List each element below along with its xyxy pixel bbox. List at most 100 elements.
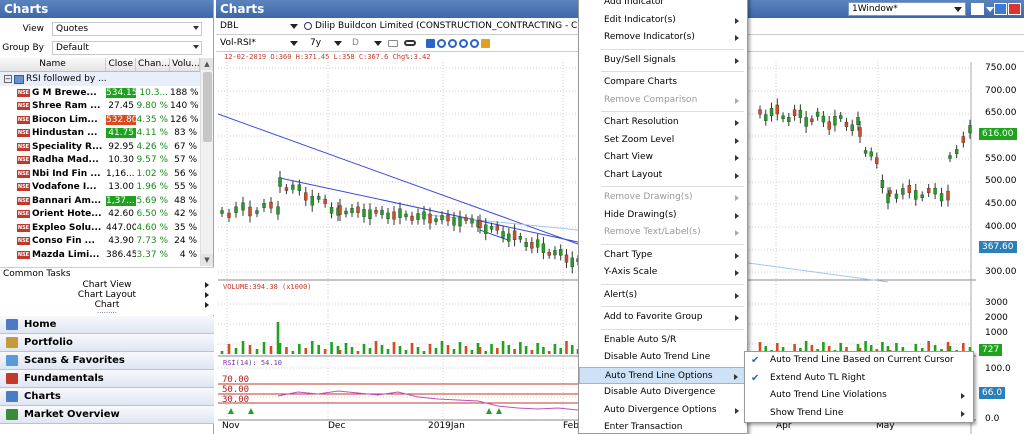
table-row[interactable]: NSE Speciality R... 92.95 4.26 % 67 % — [0, 140, 200, 154]
link-icon[interactable] — [404, 40, 416, 46]
table-row[interactable]: NSE Radha Mad... 10.30 9.57 % 57 % — [0, 154, 200, 168]
menu-item-compare-charts[interactable]: Compare Charts — [579, 74, 747, 92]
nav-item-home[interactable]: Home — [0, 316, 214, 334]
submenu-arrow-icon — [735, 35, 739, 41]
table-row[interactable]: NSE Vodafone I... 13.00 1.96 % 55 % — [0, 181, 200, 195]
menu-item-hide-drawing-s[interactable]: Hide Drawing(s) — [579, 207, 747, 225]
scroll-thumb[interactable] — [203, 72, 212, 142]
nav-list: Home Portfolio Scans & Favorites Fundamenta… — [0, 316, 214, 424]
col-name[interactable]: Name — [0, 58, 106, 71]
nav-item-scans-favorites[interactable]: Scans & Favorites — [0, 352, 214, 370]
task-chart-layout[interactable]: Chart Layout — [0, 290, 214, 300]
menu-item-edit-indicator-s[interactable]: Edit Indicator(s) — [579, 12, 747, 30]
folder-icon — [14, 74, 24, 84]
table-row[interactable]: NSE Bannari Am... 1,37... 5.69 % 48 % — [0, 194, 200, 208]
col-close[interactable]: Close — [106, 58, 136, 71]
scroll-up-icon[interactable]: ▲ — [201, 58, 213, 70]
grip-icon[interactable]: ......... — [0, 308, 214, 315]
menu-item-chart-view[interactable]: Chart View — [579, 149, 747, 167]
left-panel: Charts View Quotes Group By Default Name… — [0, 0, 214, 434]
menu-item-chart-type[interactable]: Chart Type — [579, 247, 747, 265]
menu-item-remove-indicator-s[interactable]: Remove Indicator(s) — [579, 29, 747, 47]
task-chart[interactable]: Chart — [0, 300, 214, 310]
menu-item-chart-resolution[interactable]: Chart Resolution — [579, 114, 747, 132]
volume-readout: VOLUME:394.38 (x1000) — [223, 283, 312, 291]
table-row[interactable]: NSE Orient Hote... 42.60 6.50 % 42 % — [0, 208, 200, 222]
submenu-arrow-icon — [735, 315, 739, 321]
nav-item-market-overview[interactable]: Market Overview — [0, 406, 214, 424]
menu-item-set-zoom-level[interactable]: Set Zoom Level — [579, 132, 747, 150]
nav-item-fundamentals[interactable]: Fundamentals — [0, 370, 214, 388]
zoom-reset-icon[interactable] — [459, 38, 468, 48]
chevron-down-icon[interactable] — [986, 7, 994, 12]
group-by-select[interactable]: Default — [52, 41, 202, 55]
table-row[interactable]: NSE G M Brewe... 534.15 10.3... 188 % — [0, 86, 200, 100]
submenu-item-show-trend-line[interactable]: Show Trend Line — [745, 405, 973, 423]
nse-badge-icon: NSE — [17, 196, 30, 205]
group-row[interactable]: − RSI followed by ... — [0, 72, 200, 86]
menu-item-alert-s[interactable]: Alert(s) — [579, 287, 747, 305]
nav-item-charts[interactable]: Charts — [0, 388, 214, 406]
indicator-template-select[interactable]: Vol-RSI* — [216, 37, 298, 50]
view-select[interactable]: Quotes — [52, 22, 202, 36]
nav-item-portfolio[interactable]: Portfolio — [0, 334, 214, 352]
menu-item-y-axis-scale[interactable]: Y-Axis Scale — [579, 264, 747, 282]
table-row[interactable]: NSE Mazda Limi... 386.45 3.37 % 4 % — [0, 248, 200, 262]
window-icon[interactable] — [971, 3, 984, 15]
task-chart-view[interactable]: Chart View — [0, 280, 214, 290]
interval-select[interactable]: D — [348, 37, 382, 50]
collapse-icon[interactable]: − — [4, 75, 12, 83]
submenu-arrow-icon — [735, 407, 739, 414]
submenu-arrow-icon — [734, 373, 738, 380]
menu-item-disable-auto-trend-line[interactable]: Disable Auto Trend Line — [579, 349, 747, 367]
menu-item-enter-transaction[interactable]: Enter Transaction — [579, 419, 747, 434]
row-name-text: Orient Hote... — [32, 209, 102, 220]
menu-item-auto-trend-line-options[interactable]: Auto Trend Line Options — [579, 366, 747, 384]
menu-item-add-indicator[interactable]: Add Indicator — [579, 0, 747, 12]
symbol-select[interactable]: DBL — [216, 20, 298, 33]
menu-item-disable-auto-divergence[interactable]: Disable Auto Divergence — [579, 384, 747, 402]
submenu-item-auto-trend-line-based-on-current-cursor[interactable]: ✔ Auto Trend Line Based on Current Cursor — [745, 352, 973, 370]
period-select[interactable]: 7y — [306, 37, 342, 50]
menu-item-label: Edit Indicator(s) — [604, 14, 676, 25]
volume-bar — [452, 349, 456, 354]
volume-bar — [464, 346, 468, 354]
candle — [241, 202, 245, 211]
table-row[interactable]: NSE Expleo Solu... 447.00 4.60 % 35 % — [0, 221, 200, 235]
menu-item-add-to-favorite-group[interactable]: Add to Favorite Group — [579, 309, 747, 327]
settings-icon[interactable] — [481, 38, 490, 48]
candle — [946, 190, 950, 201]
scroll-down-icon[interactable]: ▼ — [201, 254, 213, 266]
volume-bar — [368, 348, 372, 354]
table-row[interactable]: NSE Conso Fin ... 43.90 7.73 % 24 % — [0, 235, 200, 249]
lock-icon[interactable] — [388, 39, 398, 47]
table-row[interactable]: NSE Biocon Lim... 532.80 4.35 % 126 % — [0, 113, 200, 127]
col-change[interactable]: Chan... — [136, 58, 170, 71]
nse-badge-icon: NSE — [17, 183, 30, 192]
table-row[interactable]: NSE Shree Ram ... 27.45 9.80 % 140 % — [0, 100, 200, 114]
col-volume[interactable]: Volu... — [170, 58, 200, 71]
zoom-fit-icon[interactable] — [470, 38, 479, 48]
close-icon[interactable] — [1008, 3, 1021, 15]
table-row[interactable]: NSE Hindustan ... 41.75 4.11 % 83 % — [0, 127, 200, 141]
menu-item-chart-layout[interactable]: Chart Layout — [579, 167, 747, 185]
submenu-item-auto-trend-line-violations[interactable]: Auto Trend Line Violations — [745, 387, 973, 405]
chart-type-icon[interactable] — [426, 38, 435, 48]
menu-item-enable-auto-s-r[interactable]: Enable Auto S/R — [579, 332, 747, 350]
group-by-row: Group By Default — [0, 40, 213, 56]
watchlist-scrollbar[interactable]: ▲ ▼ — [200, 58, 213, 266]
zoom-out-icon[interactable] — [448, 38, 457, 48]
restore-icon[interactable] — [994, 3, 1007, 15]
search-icon[interactable] — [304, 22, 312, 30]
period-value: 7y — [310, 37, 322, 48]
window-select[interactable]: 1Window* — [848, 2, 966, 16]
zoom-in-icon[interactable] — [437, 38, 446, 48]
candle — [961, 136, 966, 143]
candle — [894, 193, 899, 199]
table-row[interactable]: NSE Nbi Ind Fin ... 1,16... 1.02 % 56 % — [0, 167, 200, 181]
row-close: 92.95 — [108, 141, 134, 152]
menu-item-buy-sell-signals[interactable]: Buy/Sell Signals — [579, 52, 747, 70]
menu-item-auto-divergence-options[interactable]: Auto Divergence Options — [579, 402, 747, 420]
submenu-item-extend-auto-tl-right[interactable]: ✔ Extend Auto TL Right — [745, 370, 973, 388]
candle — [310, 196, 314, 206]
